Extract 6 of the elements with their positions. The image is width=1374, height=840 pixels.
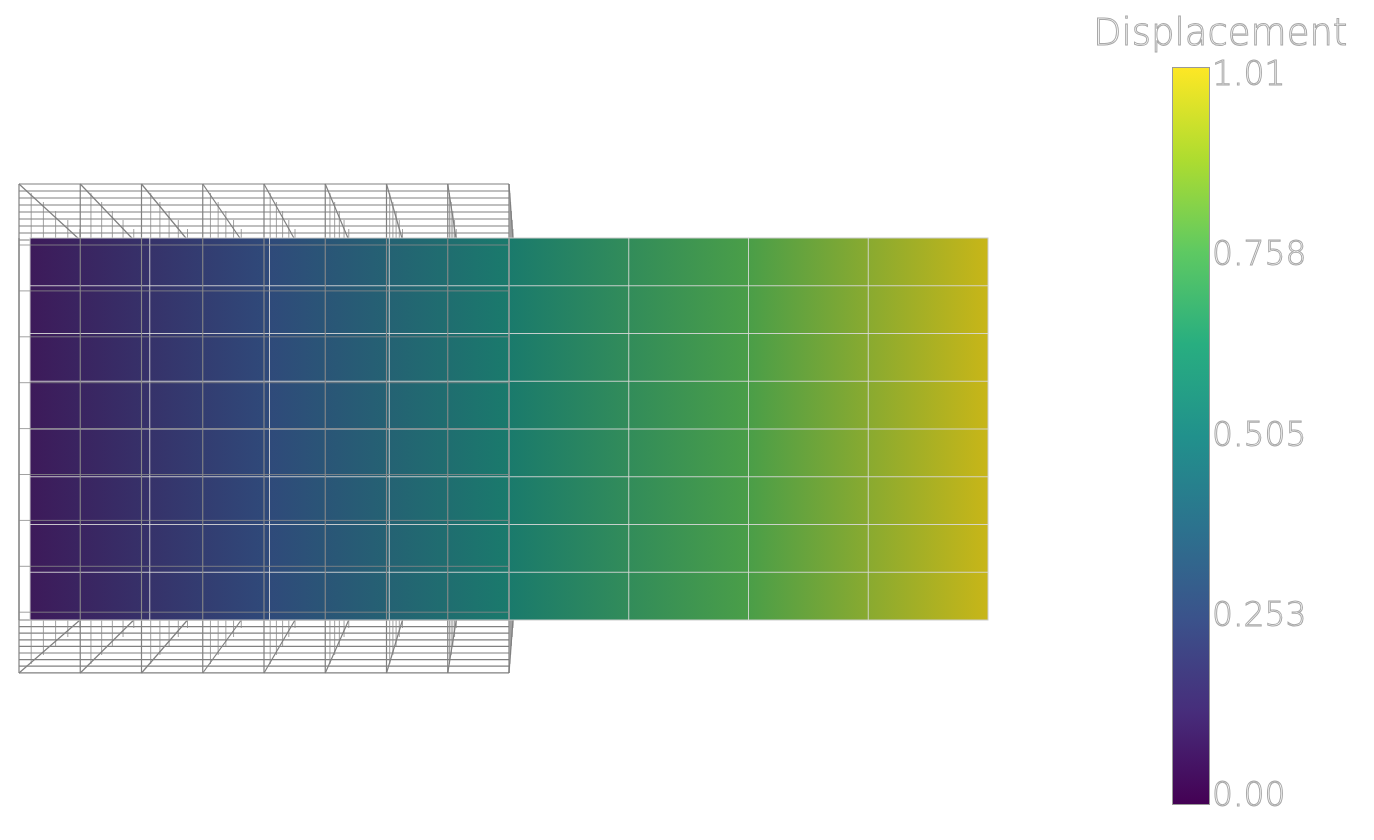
colorbar-label: 0.00 xyxy=(1212,778,1287,811)
colorbar-label: 0.758 xyxy=(1212,237,1307,271)
colorbar-label: 0.505 xyxy=(1212,417,1307,451)
colorbar-title: Displacement xyxy=(1093,14,1349,51)
colorbar-label: 1.01 xyxy=(1212,57,1287,90)
colorbar-label: 0.253 xyxy=(1212,597,1307,631)
